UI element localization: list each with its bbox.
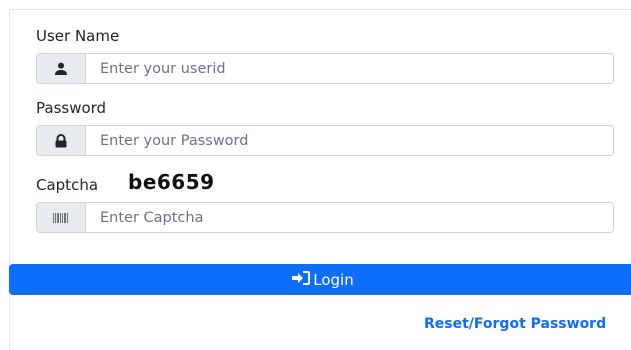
login-button-content: Login — [292, 270, 354, 289]
user-icon — [37, 54, 86, 83]
captcha-input-group — [36, 202, 614, 233]
password-input-group — [36, 125, 614, 156]
username-input[interactable] — [86, 54, 613, 83]
username-input-group — [36, 53, 614, 84]
password-label: Password — [36, 99, 107, 117]
password-input[interactable] — [86, 126, 613, 155]
barcode-icon — [37, 203, 86, 232]
captcha-code: be6659 — [128, 170, 215, 194]
username-label: User Name — [36, 27, 120, 45]
login-button[interactable]: Login — [9, 264, 631, 295]
lock-icon — [37, 126, 86, 155]
reset-password-link[interactable]: Reset/Forgot Password — [424, 316, 606, 332]
captcha-label: Captcha — [36, 176, 99, 194]
captcha-input[interactable] — [86, 203, 613, 232]
login-button-label: Login — [313, 270, 354, 289]
sign-in-icon — [292, 270, 311, 289]
